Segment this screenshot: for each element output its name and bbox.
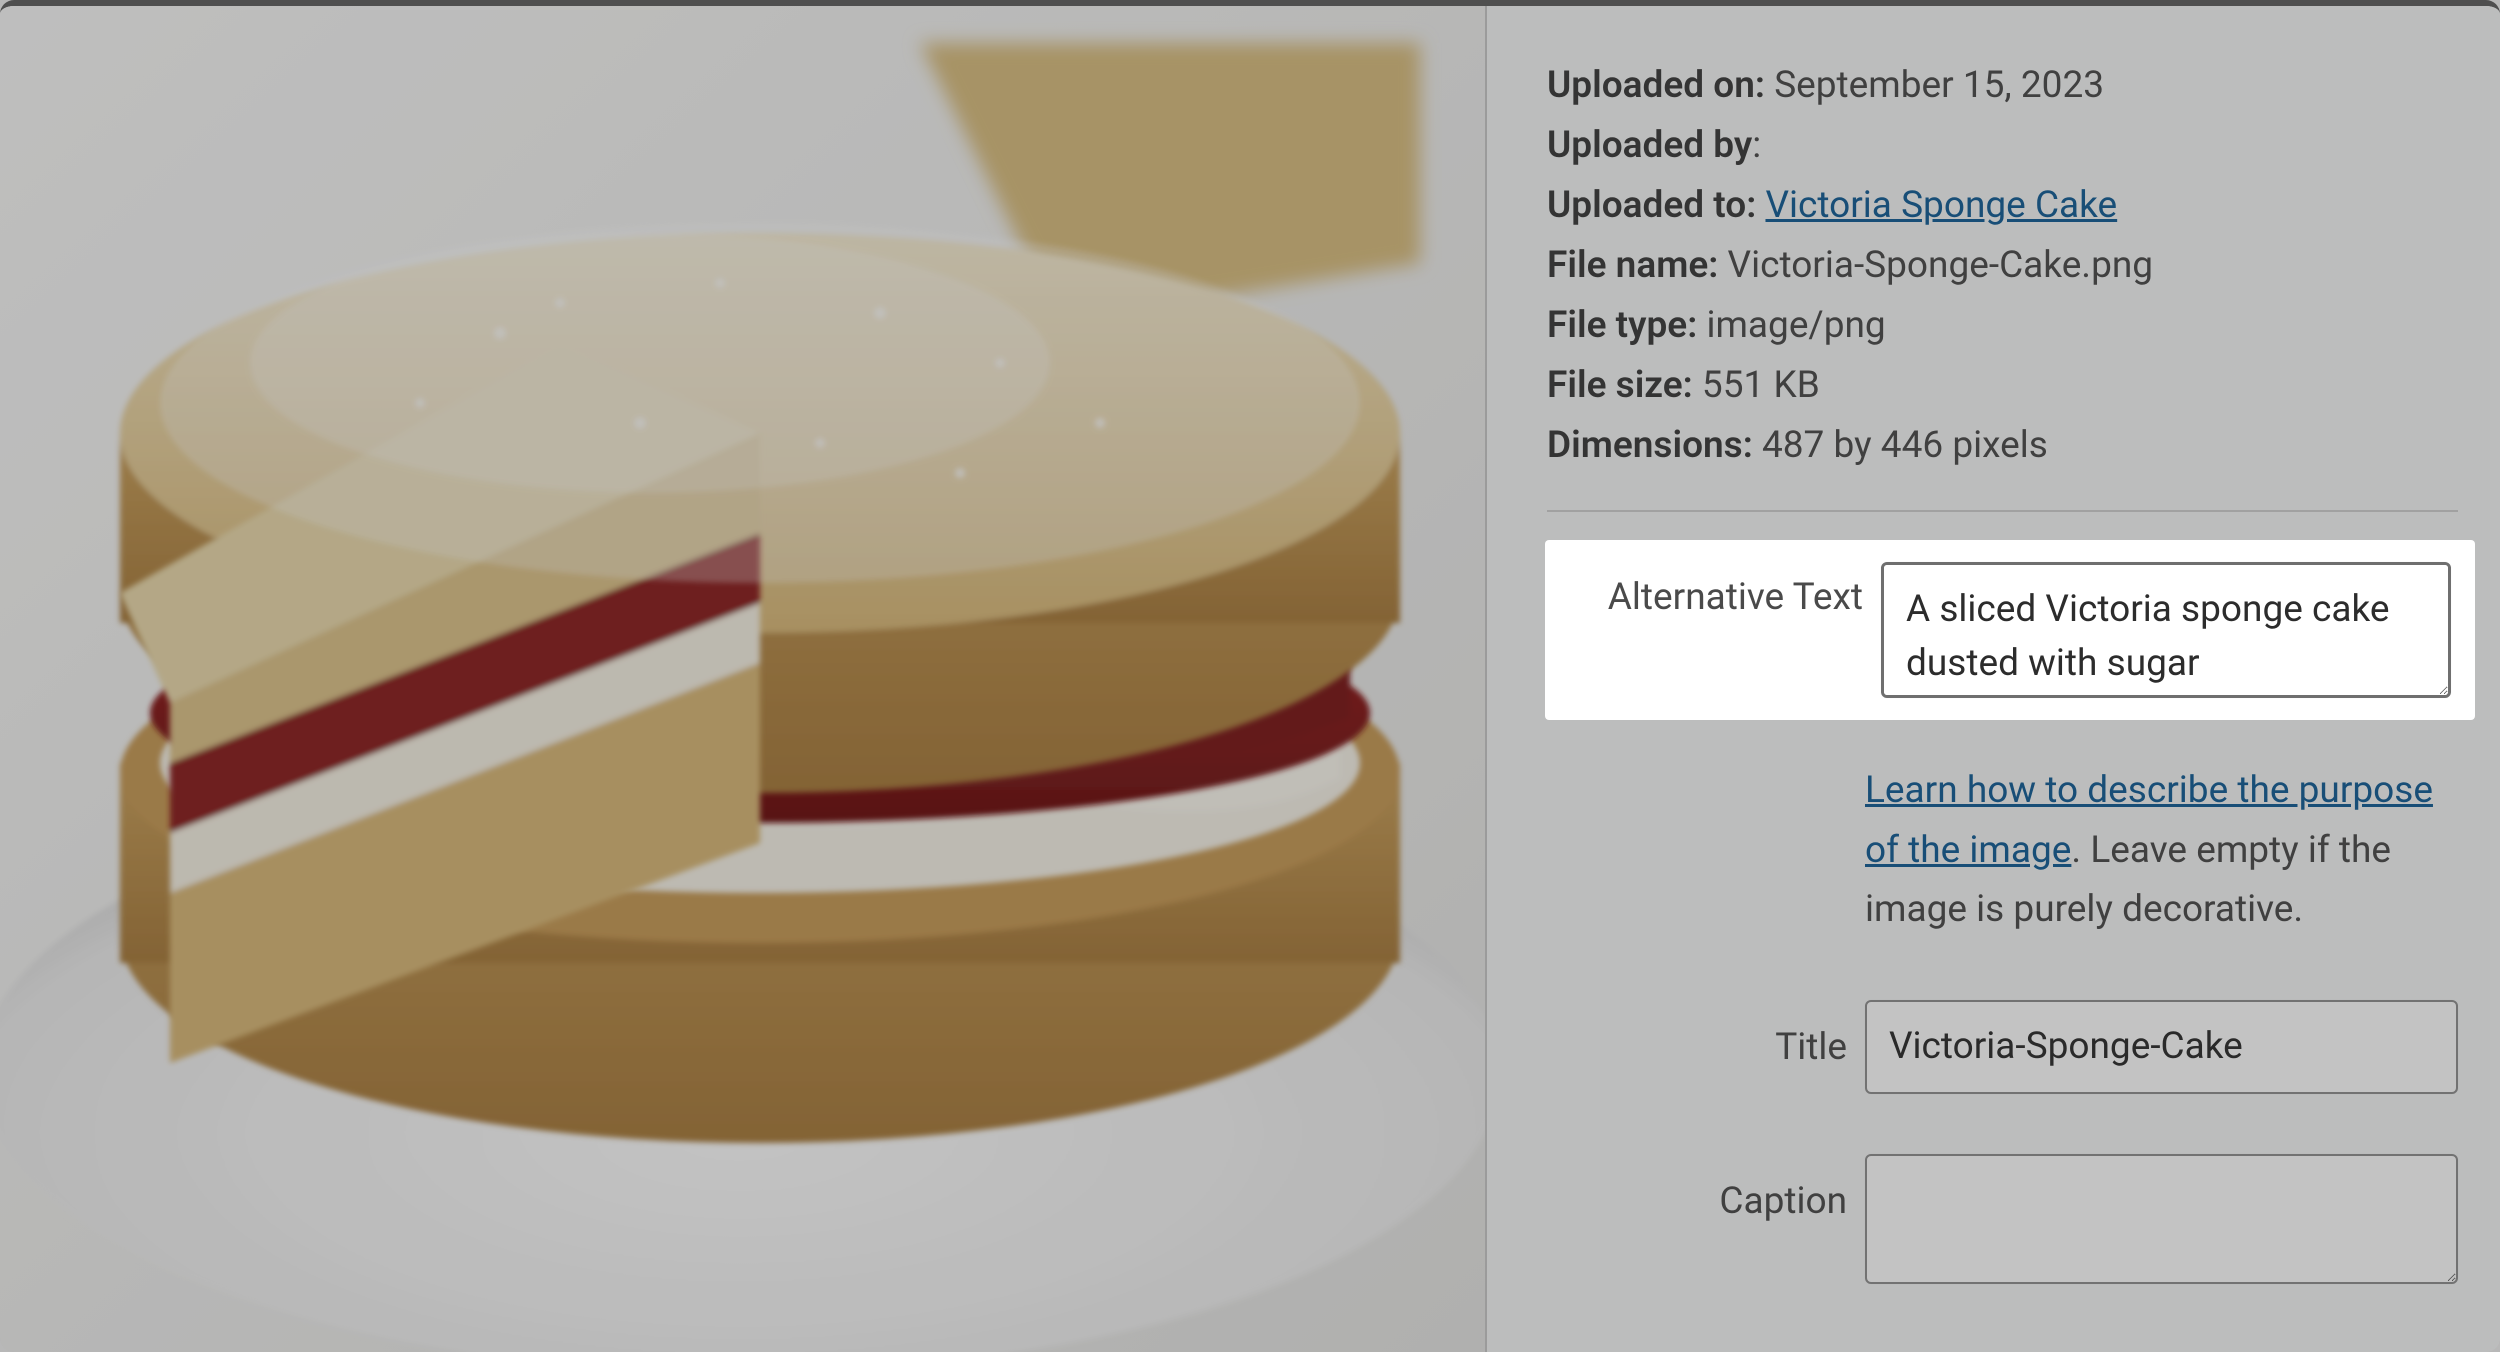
meta-uploaded-to: Uploaded to: Victoria Sponge Cake <box>1547 176 2458 236</box>
meta-file-name: File name: Victoria-Sponge-Cake.png <box>1547 236 2458 296</box>
uploaded-to-link[interactable]: Victoria Sponge Cake <box>1765 184 2117 227</box>
meta-file-type: File type: image/png <box>1547 296 2458 356</box>
divider <box>1547 510 2458 512</box>
meta-file-size: File size: 551 KB <box>1547 356 2458 416</box>
alt-text-label: Alternative Text <box>1563 562 1863 619</box>
alt-text-highlight: Alternative Text A sliced Victoria spong… <box>1545 540 2475 720</box>
meta-uploaded-by: Uploaded by: <box>1547 116 2458 176</box>
caption-label: Caption <box>1547 1154 1847 1232</box>
meta-uploaded-on: Uploaded on: September 15, 2023 <box>1547 56 2458 116</box>
caption-textarea[interactable] <box>1865 1154 2458 1284</box>
alt-help-text: Learn how to describe the purpose of the… <box>1865 761 2458 941</box>
alt-text-textarea[interactable]: A sliced Victoria sponge cake dusted wit… <box>1881 562 2451 698</box>
title-label: Title <box>1547 1000 1847 1078</box>
meta-dimensions: Dimensions: 487 by 446 pixels <box>1547 416 2458 476</box>
title-input[interactable] <box>1865 1000 2458 1094</box>
media-preview <box>0 6 1485 1352</box>
